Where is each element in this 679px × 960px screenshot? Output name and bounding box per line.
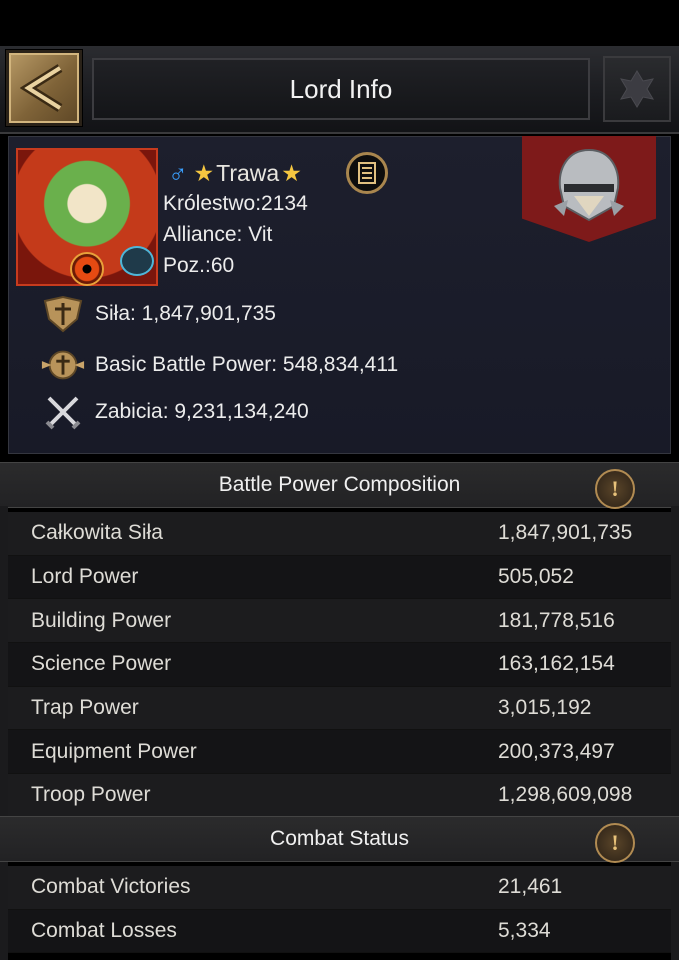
page-title: Lord Info — [289, 73, 393, 104]
row-value: 5,334 — [498, 919, 551, 943]
swap-avatar-icon[interactable] — [120, 246, 154, 276]
row-label: Building Power — [31, 608, 172, 632]
crossed-swords-icon — [40, 392, 86, 432]
table-row: Building Power 181,778,516 — [8, 599, 671, 644]
battle-power-section-header: Battle Power Composition ! — [0, 462, 679, 509]
power-shield-icon — [40, 294, 86, 334]
crest-icon — [619, 70, 655, 108]
row-value: 163,162,154 — [498, 652, 615, 676]
frame-right — [671, 506, 679, 960]
knight-helmet-icon — [554, 148, 624, 222]
table-row: Combat Losses 5,334 — [8, 909, 671, 954]
power-stat-text: Siła: 1,847,901,735 — [95, 302, 276, 325]
table-row: Equipment Power 200,373,497 — [8, 730, 671, 775]
status-bar-area — [0, 0, 679, 46]
document-icon — [358, 162, 376, 184]
row-label: Combat Losses — [31, 919, 177, 943]
row-label: Science Power — [31, 652, 172, 676]
row-label: Lord Power — [31, 565, 139, 589]
combat-section-header: Combat Status ! — [0, 816, 679, 863]
row-label: Troop Power — [31, 783, 151, 807]
eye-emblem-icon — [70, 252, 104, 286]
row-value: 21,461 — [498, 875, 563, 899]
row-label: Całkowita Siła — [31, 521, 163, 545]
combat-table: Combat Victories 21,461 Combat Losses 5,33… — [8, 866, 671, 954]
row-value: 200,373,497 — [498, 739, 615, 763]
battle-power-stat-text: Basic Battle Power: 548,834,411 — [95, 353, 399, 376]
combat-section-title: Combat Status — [270, 827, 409, 850]
back-button[interactable] — [6, 50, 82, 126]
battle-power-emblem-icon — [40, 345, 86, 385]
table-row: Combat Victories 21,461 — [8, 866, 671, 910]
level-text: Poz.:60 — [163, 254, 235, 277]
frame-left — [0, 506, 8, 960]
table-row: Lord Power 505,052 — [8, 555, 671, 600]
table-row: Science Power 163,162,154 — [8, 643, 671, 687]
battle-power-table: Całkowita Siła 1,847,901,735 Lord Power 50… — [8, 512, 671, 818]
row-label: Equipment Power — [31, 739, 197, 763]
table-row: Troop Power 1,298,609,098 — [8, 774, 671, 818]
power-stat: Siła: 1,847,901,735 — [40, 294, 276, 334]
combat-info-button[interactable]: ! — [595, 823, 635, 863]
battle-power-section-title: Battle Power Composition — [218, 473, 461, 496]
table-row: Trap Power 3,015,192 — [8, 686, 671, 731]
back-arrow-icon — [20, 64, 63, 112]
row-value: 505,052 — [498, 565, 574, 589]
kills-stat-text: Zabicia: 9,231,134,240 — [95, 400, 309, 423]
lord-name: Trawa — [216, 160, 280, 186]
battle-power-stat: Basic Battle Power: 548,834,411 — [40, 345, 398, 385]
notes-button[interactable] — [346, 152, 388, 194]
crest-slot — [603, 56, 671, 122]
row-value: 181,778,516 — [498, 608, 615, 632]
row-value: 1,298,609,098 — [498, 783, 633, 807]
title-plate: Lord Info — [92, 58, 590, 120]
row-value: 1,847,901,735 — [498, 521, 633, 545]
kills-stat: Zabicia: 9,231,134,240 — [40, 392, 309, 432]
kingdom-text: Królestwo:2134 — [163, 192, 308, 215]
row-value: 3,015,192 — [498, 696, 592, 720]
row-label: Trap Power — [31, 696, 139, 720]
star-icon: ★ — [193, 160, 215, 186]
row-label: Combat Victories — [31, 875, 191, 899]
male-gender-icon: ♂ — [168, 158, 188, 188]
lord-name-line: ♂ ★ Trawa ★ — [168, 158, 304, 189]
table-row: Całkowita Siła 1,847,901,735 — [8, 512, 671, 556]
alliance-text: Alliance: Vit — [163, 223, 273, 246]
star-icon: ★ — [281, 160, 302, 186]
battle-power-info-button[interactable]: ! — [595, 469, 635, 509]
